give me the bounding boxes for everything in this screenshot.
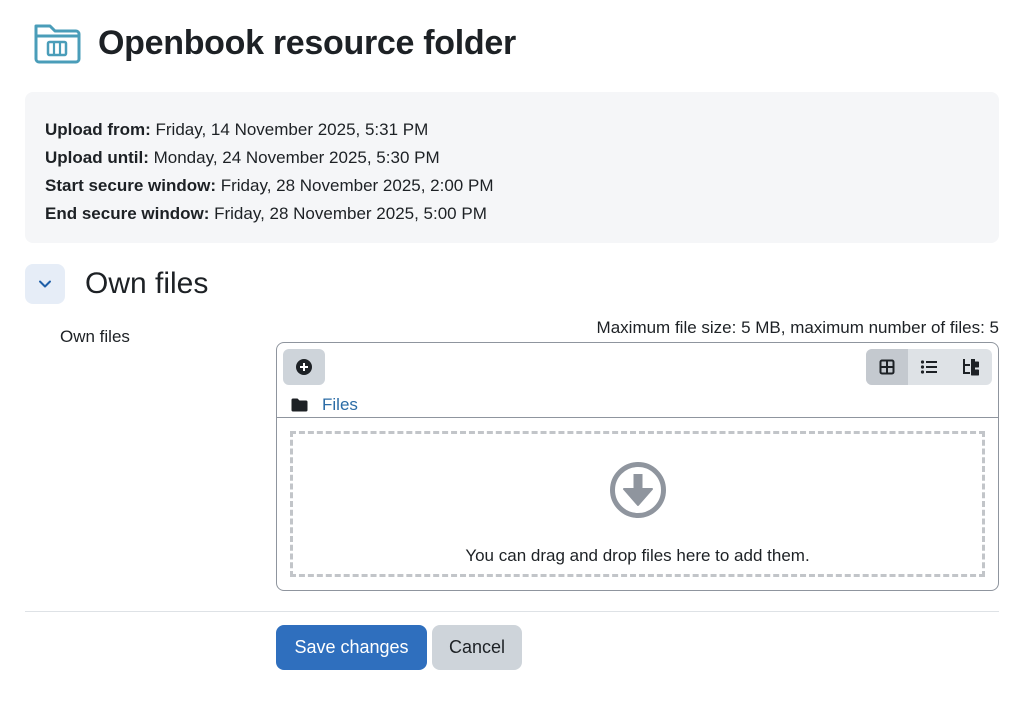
save-changes-button[interactable]: Save changes <box>276 625 427 670</box>
info-label: Start secure window: <box>45 176 216 195</box>
page-title: Openbook resource folder <box>98 24 516 62</box>
dates-info-panel: Upload from: Friday, 14 November 2025, 5… <box>25 92 999 243</box>
upload-until-row: Upload until: Monday, 24 November 2025, … <box>45 144 979 172</box>
end-secure-window-row: End secure window: Friday, 28 November 2… <box>45 200 979 228</box>
cancel-button[interactable]: Cancel <box>432 625 522 670</box>
start-secure-window-row: Start secure window: Friday, 28 November… <box>45 172 979 200</box>
own-files-label: Own files <box>60 327 130 346</box>
divider <box>277 417 998 418</box>
breadcrumb: Files <box>291 393 358 417</box>
collapse-section-button[interactable] <box>25 264 65 304</box>
add-file-button[interactable] <box>283 349 325 385</box>
section-title: Own files <box>85 267 209 300</box>
tree-view-button[interactable] <box>950 349 992 385</box>
folder-icon <box>291 398 308 412</box>
file-limits-text: Maximum file size: 5 MB, maximum number … <box>596 318 999 337</box>
dropzone-text: You can drag and drop files here to add … <box>465 546 810 565</box>
info-label: Upload from: <box>45 120 151 139</box>
add-circle-icon <box>296 359 312 375</box>
chevron-down-icon <box>39 280 51 288</box>
info-value: Monday, 24 November 2025, 5:30 PM <box>153 148 440 167</box>
list-view-button[interactable] <box>908 349 950 385</box>
own-files-section-header: Own files <box>25 264 208 304</box>
path-link-files[interactable]: Files <box>322 395 358 415</box>
grid-view-icon <box>879 359 895 375</box>
file-dropzone[interactable]: You can drag and drop files here to add … <box>290 431 985 577</box>
grid-view-button[interactable] <box>866 349 908 385</box>
file-manager: Files You can drag and drop files here t… <box>276 342 999 591</box>
upload-from-row: Upload from: Friday, 14 November 2025, 5… <box>45 116 979 144</box>
list-view-icon <box>920 360 937 374</box>
view-mode-group <box>866 349 992 385</box>
page-header: Openbook resource folder <box>32 18 516 68</box>
divider <box>25 611 999 612</box>
download-arrow-icon <box>609 462 666 518</box>
tree-view-icon <box>963 359 979 376</box>
info-label: Upload until: <box>45 148 149 167</box>
info-label: End secure window: <box>45 204 210 223</box>
info-value: Friday, 14 November 2025, 5:31 PM <box>155 120 429 139</box>
folder-book-icon <box>32 19 82 67</box>
info-value: Friday, 28 November 2025, 5:00 PM <box>214 204 487 223</box>
info-value: Friday, 28 November 2025, 2:00 PM <box>220 176 494 195</box>
file-manager-toolbar <box>283 349 992 385</box>
